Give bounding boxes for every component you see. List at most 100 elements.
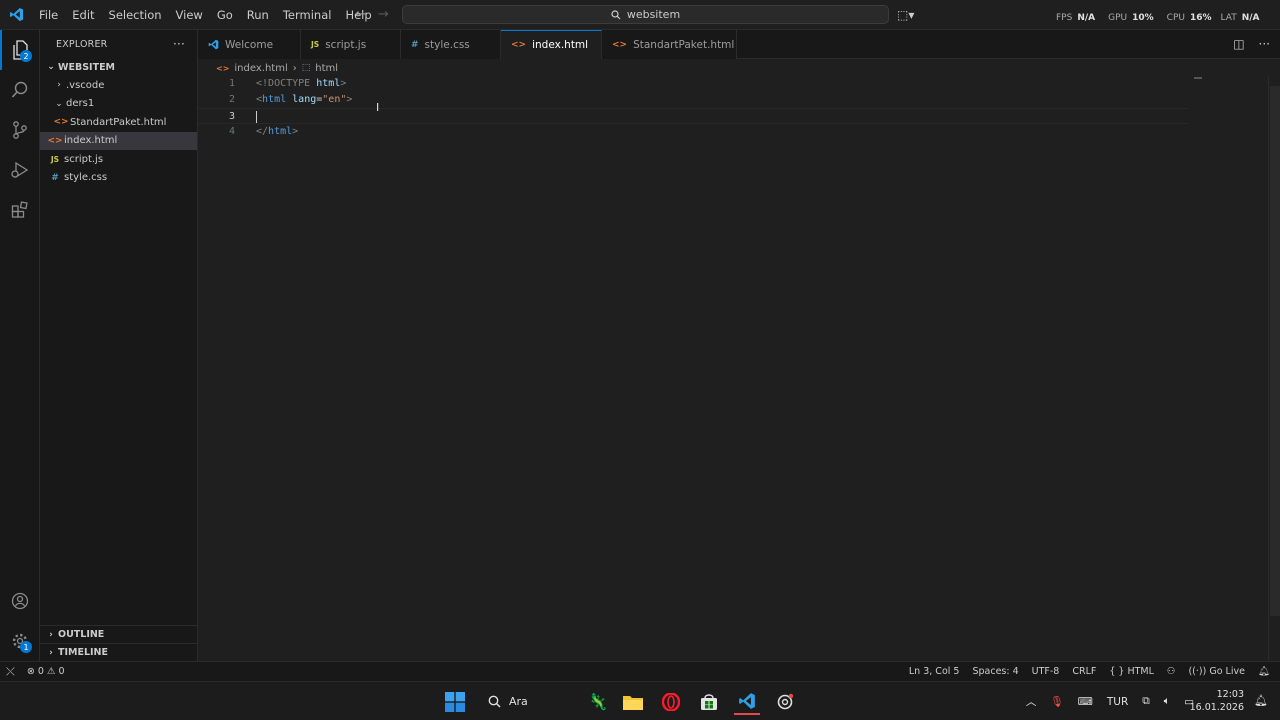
warning-count: 0	[58, 666, 65, 677]
indentation[interactable]: Spaces: 4	[972, 662, 1018, 681]
tree-item-label: index.html	[64, 135, 118, 147]
html-file-icon: <>	[53, 117, 69, 128]
clock-date: 16.01.2026	[1189, 702, 1244, 713]
windows-start-icon[interactable]	[442, 689, 468, 715]
account-icon[interactable]	[0, 581, 40, 621]
line-ending[interactable]: CRLF	[1072, 662, 1096, 681]
keyboard-icon[interactable]: ⌨	[1078, 696, 1093, 708]
source-control-icon[interactable]	[0, 110, 40, 150]
tree-item-label: ders1	[66, 98, 95, 110]
chatgpt-icon[interactable]	[772, 689, 798, 715]
broadcast-icon: ((·))	[1188, 666, 1207, 677]
timeline-section[interactable]: › TIMELINE	[40, 643, 198, 661]
tab-style-css[interactable]: # style.css	[401, 30, 501, 59]
chevron-right-icon: ›	[49, 629, 53, 640]
line-number: 1	[228, 78, 235, 89]
settings-gear-icon[interactable]: 1	[0, 621, 40, 661]
tree-item-standartpaket[interactable]: <> StandartPaket.html	[40, 113, 197, 132]
microphone-icon[interactable]: 🎙︎	[1050, 695, 1063, 708]
vscode-taskbar-icon[interactable]	[734, 689, 760, 715]
split-editor-icon[interactable]: ◫	[1233, 30, 1244, 59]
copilot-icon[interactable]: ⬚▾	[897, 0, 914, 30]
language-indicator[interactable]: TUR	[1107, 696, 1128, 708]
clock[interactable]: 12:03 16.01.2026	[1190, 688, 1244, 714]
html-icon: <>	[511, 40, 527, 50]
menu-run[interactable]: Run	[240, 0, 276, 30]
problems-indicator[interactable]: ⊗ 0 ⚠ 0	[27, 662, 65, 681]
chevron-up-icon[interactable]: ︿	[1026, 694, 1037, 709]
ms-store-icon[interactable]	[696, 689, 722, 715]
taskbar-apps: Ara 🦎	[442, 682, 798, 720]
language-label: HTML	[1127, 666, 1154, 677]
tag-token: html	[262, 94, 287, 105]
menu-view[interactable]: View	[169, 0, 210, 30]
run-debug-icon[interactable]	[0, 150, 40, 190]
tab-welcome[interactable]: Welcome	[198, 30, 301, 59]
tree-item-style[interactable]: # style.css	[40, 169, 197, 188]
menu-bar: File Edit Selection View Go Run Terminal…	[32, 0, 379, 30]
menu-selection[interactable]: Selection	[102, 0, 169, 30]
status-right: Ln 3, Col 5 Spaces: 4 UTF-8 CRLF { } HTM…	[909, 662, 1270, 681]
tab-label: Welcome	[225, 38, 274, 51]
search-highlight-icon: 🦎	[588, 692, 608, 711]
tab-label: script.js	[325, 38, 367, 51]
search-activity-icon[interactable]	[0, 70, 40, 110]
code-editor[interactable]: 1 <!DOCTYPE html> 2 <html lang="en"> 3 4…	[198, 76, 1268, 661]
tab-label: index.html	[532, 39, 589, 51]
tab-script-js[interactable]: JS script.js	[301, 30, 401, 59]
chevron-right-icon: ›	[57, 80, 61, 91]
search-text: websitem	[626, 8, 681, 21]
volume-icon[interactable]: 🔈︎	[1164, 695, 1170, 708]
explorer-icon[interactable]: 2	[0, 30, 40, 70]
line-number: 3	[228, 111, 235, 122]
command-center-search[interactable]: websitem	[402, 5, 889, 24]
breadcrumb: <> index.html › ⬚ html	[216, 60, 338, 76]
go-live-button[interactable]: ((·)) Go Live	[1188, 662, 1244, 681]
remote-icon[interactable]: ⤬	[6, 662, 15, 681]
error-count: 0	[37, 666, 44, 677]
forward-arrow-icon[interactable]: →	[378, 0, 389, 30]
menu-file[interactable]: File	[32, 0, 65, 30]
tab-standartpaket-html[interactable]: <> StandartPaket.html	[602, 30, 737, 59]
css-file-icon: #	[51, 172, 59, 183]
warning-icon: ⚠	[46, 666, 56, 677]
tree-item-script[interactable]: JS script.js	[40, 150, 197, 169]
timeline-label: TIMELINE	[58, 647, 108, 658]
scrollbar-thumb[interactable]	[1270, 86, 1280, 616]
vscode-logo-icon	[2, 0, 30, 30]
network-icon[interactable]: ⧉	[1142, 695, 1150, 708]
back-arrow-icon[interactable]: ←	[355, 0, 366, 30]
tree-item-vscode[interactable]: › .vscode	[40, 76, 197, 95]
nav-arrows: ← →	[355, 0, 389, 30]
tab-index-html[interactable]: <> index.html	[501, 30, 602, 59]
windows-taskbar: Ara 🦎 ︿ 🎙︎ ⌨ TUR ⧉ 🔈︎ ▭ 12:03 16.01.2026…	[0, 681, 1280, 720]
extensions-icon[interactable]	[0, 190, 40, 230]
tree-item-ders1[interactable]: ⌄ ders1	[40, 95, 197, 114]
workspace-folder-name: WEBSITEM	[58, 61, 116, 73]
copilot-status-icon[interactable]: ⚇	[1167, 662, 1176, 681]
error-icon: ⊗	[26, 666, 35, 677]
tag-token: html	[268, 126, 293, 137]
opera-browser-icon[interactable]	[658, 689, 684, 715]
css-icon: #	[411, 39, 419, 50]
breadcrumb-file[interactable]: index.html	[234, 63, 287, 74]
tree-item-index[interactable]: <> index.html	[40, 131, 197, 150]
tree-item-label: StandartPaket.html	[70, 116, 167, 128]
breadcrumb-symbol[interactable]: html	[315, 63, 338, 74]
cursor-position[interactable]: Ln 3, Col 5	[909, 662, 960, 681]
menu-go[interactable]: Go	[210, 0, 240, 30]
taskbar-search[interactable]: Ara 🦎	[480, 688, 608, 716]
file-explorer-icon[interactable]	[620, 689, 646, 715]
minimap[interactable]	[1194, 77, 1202, 79]
menu-terminal[interactable]: Terminal	[276, 0, 339, 30]
outline-section[interactable]: › OUTLINE	[40, 625, 198, 643]
encoding[interactable]: UTF-8	[1032, 662, 1060, 681]
workspace-folder-header[interactable]: ⌄ WEBSITEM	[40, 58, 197, 76]
outline-label: OUTLINE	[58, 629, 105, 640]
notification-center-icon[interactable]: 🔔︎	[1254, 694, 1268, 707]
menu-edit[interactable]: Edit	[65, 0, 101, 30]
notifications-bell-icon[interactable]: 🔔︎	[1258, 662, 1270, 681]
language-mode[interactable]: { } HTML	[1109, 662, 1154, 681]
more-actions-icon[interactable]: ···	[1259, 30, 1270, 59]
more-actions-icon[interactable]: ···	[173, 37, 185, 51]
